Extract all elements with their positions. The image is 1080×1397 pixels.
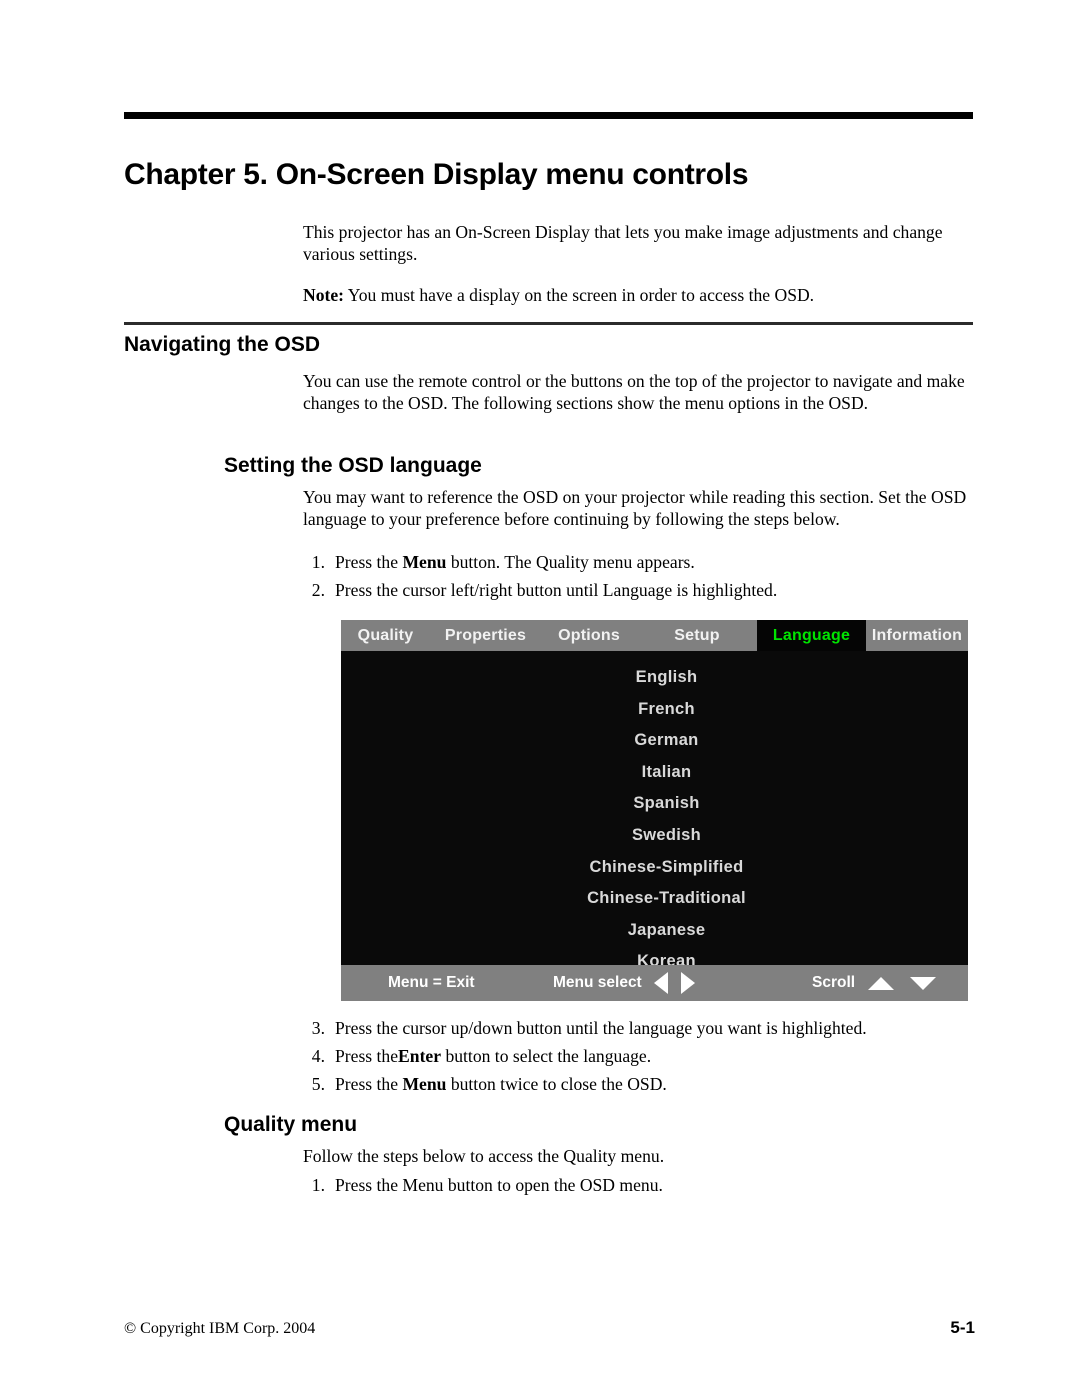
- list-item[interactable]: Chinese-Simplified: [341, 852, 968, 884]
- quality-menu-paragraph: Follow the steps below to access the Qua…: [303, 1146, 665, 1166]
- list-item: 1. Press the Menu button. The Quality me…: [303, 552, 983, 574]
- osd-select-hint-label: Menu select: [553, 974, 642, 991]
- note-block: Note: You must have a display on the scr…: [303, 285, 975, 307]
- step-text: Press the cursor up/down button until th…: [335, 1018, 867, 1038]
- list-item[interactable]: German: [341, 725, 968, 757]
- heading-quality-menu: Quality menu: [224, 1113, 358, 1136]
- note-text: You must have a display on the screen in…: [347, 285, 815, 305]
- osd-scroll-hint-label: Scroll: [812, 974, 856, 991]
- step-number: 4.: [311, 1046, 325, 1066]
- document-page: Chapter 5. On-Screen Display menu contro…: [0, 0, 1080, 1397]
- step-text: Press the Menu button to open the OSD me…: [335, 1175, 663, 1195]
- osd-screenshot: Quality Properties Options Setup Languag…: [341, 620, 968, 1001]
- heading-navigating-the-osd: Navigating the OSD: [124, 333, 321, 356]
- osd-scroll-hint: Scroll: [812, 965, 940, 1001]
- osd-tab-setup[interactable]: Setup: [637, 620, 757, 651]
- osd-exit-hint-label: Menu = Exit: [388, 974, 475, 991]
- emphasis-enter: Enter: [398, 1046, 442, 1066]
- list-item: 4. Press theEnter button to select the l…: [303, 1046, 983, 1068]
- page-title: Chapter 5. On-Screen Display menu contro…: [124, 158, 749, 191]
- step-text: Press the Menu button. The Quality menu …: [335, 552, 695, 572]
- setting-language-paragraph: You may want to reference the OSD on you…: [303, 487, 967, 529]
- list-item[interactable]: French: [341, 694, 968, 726]
- list-item: 3. Press the cursor up/down button until…: [303, 1018, 983, 1040]
- step-text: Press the Menu button twice to close the…: [335, 1074, 667, 1094]
- intro-paragraph: This projector has an On-Screen Display …: [303, 222, 943, 264]
- osd-tab-language[interactable]: Language: [757, 620, 866, 651]
- emphasis-menu: Menu: [402, 552, 447, 572]
- list-item[interactable]: Japanese: [341, 915, 968, 947]
- list-item[interactable]: English: [341, 662, 968, 694]
- list-item: 5. Press the Menu button twice to close …: [303, 1074, 983, 1096]
- emphasis-menu: Menu: [402, 1074, 447, 1094]
- list-item[interactable]: Swedish: [341, 820, 968, 852]
- note-label: Note:: [303, 285, 345, 305]
- section-rule: [124, 322, 973, 325]
- step-number: 1.: [311, 552, 325, 572]
- arrow-down-icon: [910, 976, 937, 990]
- list-item: 1. Press the Menu button to open the OSD…: [303, 1175, 983, 1197]
- osd-content-area: English French German Italian Spanish Sw…: [341, 651, 968, 970]
- osd-tab-quality[interactable]: Quality: [341, 620, 430, 651]
- header-rule: [124, 112, 973, 119]
- arrow-left-icon: [653, 972, 668, 994]
- step-number: 2.: [311, 580, 325, 600]
- osd-tab-options[interactable]: Options: [541, 620, 637, 651]
- arrow-up-icon: [868, 976, 895, 990]
- step-number: 5.: [311, 1074, 325, 1094]
- osd-select-hint: Menu select: [553, 965, 699, 1001]
- osd-language-list: English French German Italian Spanish Sw…: [341, 662, 968, 978]
- step-text: Press theEnter button to select the lang…: [335, 1046, 652, 1066]
- arrow-right-icon: [680, 972, 695, 994]
- list-item[interactable]: Chinese-Traditional: [341, 883, 968, 915]
- footer-copyright: © Copyright IBM Corp. 2004: [124, 1320, 316, 1337]
- list-item[interactable]: Spanish: [341, 788, 968, 820]
- step-text: Press the cursor left/right button until…: [335, 580, 778, 600]
- osd-tab-information[interactable]: Information: [866, 620, 968, 651]
- footer-page-number: 5-1: [950, 1318, 975, 1337]
- step-number: 3.: [311, 1018, 325, 1038]
- osd-menu-bar: Quality Properties Options Setup Languag…: [341, 620, 968, 651]
- osd-status-bar: Menu = Exit Menu select Scroll: [341, 965, 968, 1001]
- step-number: 1.: [311, 1175, 325, 1195]
- list-item[interactable]: Italian: [341, 757, 968, 789]
- navigating-paragraph: You can use the remote control or the bu…: [303, 371, 965, 413]
- osd-tab-properties[interactable]: Properties: [430, 620, 541, 651]
- list-item: 2. Press the cursor left/right button un…: [303, 580, 983, 602]
- heading-setting-the-osd-language: Setting the OSD language: [224, 454, 482, 477]
- osd-exit-hint: Menu = Exit: [388, 965, 475, 1001]
